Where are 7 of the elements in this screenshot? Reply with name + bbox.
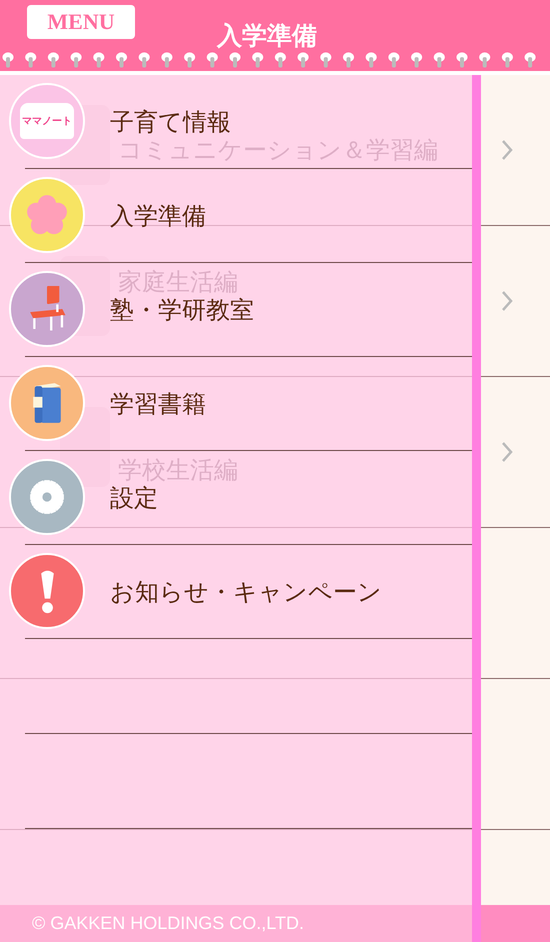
notebook-logo-text: ママノート bbox=[22, 115, 72, 128]
exclamation-icon bbox=[40, 568, 54, 614]
copyright-text: © GAKKEN HOLDINGS CO.,LTD. bbox=[32, 913, 304, 934]
chevron-right-icon bbox=[500, 290, 514, 312]
screen-title: 入学準備 bbox=[217, 20, 317, 52]
chevron-right-icon bbox=[500, 441, 514, 463]
chevron-right-icon bbox=[500, 139, 514, 161]
